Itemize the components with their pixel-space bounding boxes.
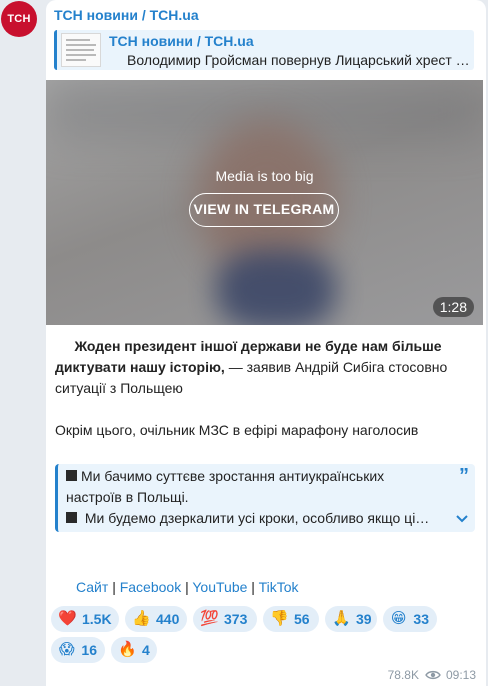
blockquote[interactable]: Ми бачимо суттєве зростання антиукраїнсь… (55, 464, 475, 532)
paragraph-2: Окрім цього, очільник МЗС в ефірі марафо… (55, 422, 419, 438)
social-links: Сайт | Facebook | YouTube | TikTok (76, 579, 299, 595)
quote-mark-icon: ” (459, 465, 469, 487)
message-bubble: ТСН новини / TCH.ua ТСН новини / TCH.ua … (46, 0, 486, 686)
chevron-down-icon[interactable] (455, 512, 469, 526)
reaction-fire[interactable]: 🔥 4 (111, 637, 157, 663)
site-link[interactable]: Сайт (76, 579, 108, 595)
reply-preview[interactable]: ТСН новини / TCH.ua Володимир Гройсман п… (54, 30, 474, 70)
folded-hands-icon: 🙏 (332, 610, 351, 627)
media-too-big-message: Media is too big (215, 168, 314, 184)
hundred-points-icon: 💯 (200, 610, 219, 627)
quote-line-1: Ми бачимо суттєве зростання антиукраїнсь… (66, 468, 385, 505)
message-author[interactable]: ТСН новини / TCH.ua (54, 7, 199, 23)
reply-thumbnail (61, 33, 101, 67)
black-square-icon (66, 470, 77, 481)
thumbs-down-icon: 👎 (270, 610, 289, 627)
eye-icon (425, 670, 441, 680)
view-in-telegram-button[interactable]: VIEW IN TELEGRAM (189, 193, 339, 227)
video-duration: 1:28 (432, 297, 474, 317)
youtube-link[interactable]: YouTube (192, 579, 247, 595)
reaction-thumbs-up[interactable]: 👍 440 (125, 606, 187, 632)
reply-author: ТСН новини / TCH.ua (109, 33, 254, 49)
facebook-link[interactable]: Facebook (120, 579, 181, 595)
thumbs-up-icon: 👍 (132, 610, 151, 627)
avatar-initials: ТСН (7, 13, 31, 25)
reaction-hundred[interactable]: 💯 373 (193, 606, 257, 632)
quote-line-2: Ми будемо дзеркалити усі кроки, особливо… (66, 508, 435, 529)
black-square-icon (66, 512, 77, 523)
reaction-thumbs-down[interactable]: 👎 56 (263, 606, 319, 632)
message-footer: 78.8K 09:13 (388, 668, 476, 682)
reaction-heart[interactable]: ❤️ 1.5K (51, 606, 119, 632)
channel-avatar[interactable]: ТСН (1, 1, 37, 37)
grinning-face-icon: 😁 (390, 610, 407, 627)
view-count: 78.8K (387, 668, 419, 682)
red-heart-icon: ❤️ (58, 610, 77, 627)
paragraph-1: Жоден президент іншої держави не буде на… (55, 336, 475, 399)
screaming-face-icon: 😱 (58, 641, 75, 658)
reaction-screaming[interactable]: 😱 16 (51, 637, 105, 663)
message-text: Жоден президент іншої держави не буде на… (55, 336, 475, 441)
fire-icon: 🔥 (118, 641, 137, 658)
reply-text: Володимир Гройсман повернув Лицарський х… (127, 52, 470, 68)
reaction-folded-hands[interactable]: 🙏 39 (325, 606, 377, 632)
tiktok-link[interactable]: TikTok (259, 579, 299, 595)
reaction-grinning[interactable]: 😁 33 (383, 606, 437, 632)
video-preview[interactable]: Media is too big VIEW IN TELEGRAM 1:28 (46, 80, 483, 325)
message-time: 09:13 (445, 668, 476, 682)
